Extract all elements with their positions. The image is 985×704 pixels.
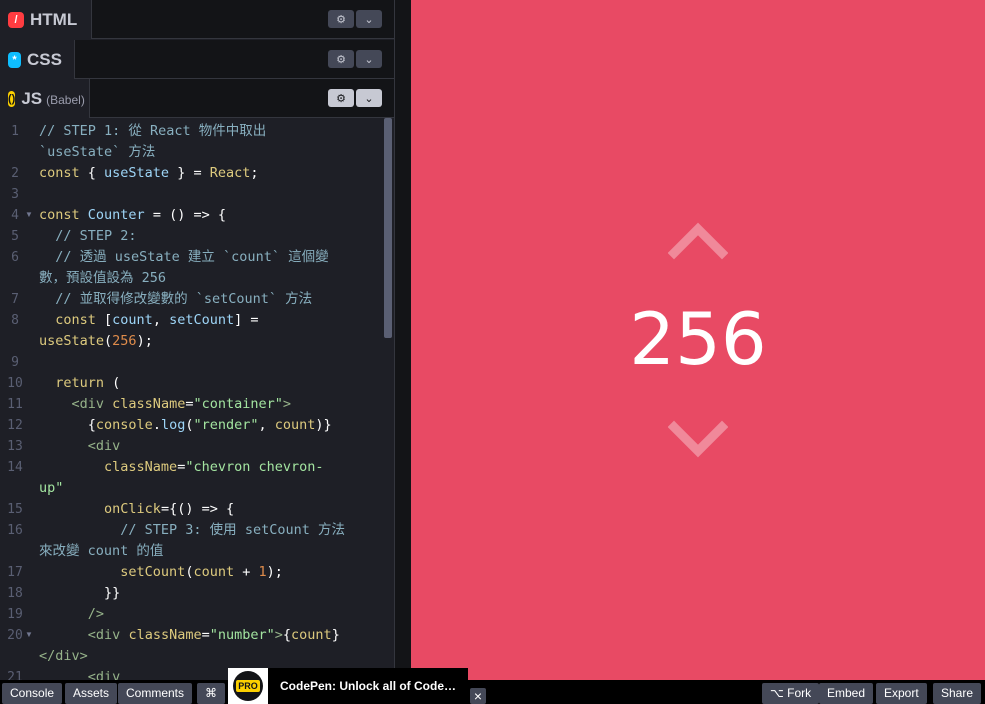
code-line: <div [87, 669, 121, 680]
chevron-down-icon: ⌄ [364, 13, 374, 26]
line-number: 1 [11, 124, 19, 139]
code-line: 數，預設值設為 256 [39, 270, 167, 286]
line-number: 16 [7, 523, 23, 538]
gear-icon: ⚙ [336, 53, 346, 66]
html-logo-icon: / [8, 11, 24, 28]
code-line: // STEP 1: 從 React 物件中取出 [39, 123, 267, 139]
close-promo-icon[interactable]: × [470, 688, 486, 704]
code-line: useState(256); [39, 333, 153, 349]
pro-badge: PRO [236, 680, 260, 692]
chevron-down-icon: ⌄ [364, 53, 374, 66]
fold-arrow-icon[interactable]: ▼ [25, 630, 33, 639]
chevron-up-icon [668, 222, 728, 260]
fork-icon: ⌥ [770, 686, 788, 700]
line-number: 14 [7, 460, 23, 475]
fold-arrow-icon[interactable]: ▼ [25, 210, 33, 219]
assets-button[interactable]: Assets [65, 683, 118, 704]
line-number: 7 [11, 292, 19, 307]
line-number: 8 [11, 313, 19, 328]
chevron-down-button[interactable] [668, 419, 728, 459]
line-number: 3 [11, 187, 19, 202]
pro-promo-banner[interactable]: PRO CodePen: Unlock all of Code… [228, 668, 468, 704]
js-settings-button[interactable]: ⚙ [328, 89, 354, 107]
line-number: 11 [7, 397, 23, 412]
line-number: 17 [7, 565, 23, 580]
html-settings-button[interactable]: ⚙ [328, 10, 354, 28]
line-number: 5 [11, 229, 19, 244]
console-button[interactable]: Console [2, 683, 63, 704]
html-panel-header: / HTML ⚙ ⌄ [0, 0, 394, 39]
js-logo-icon: () [8, 90, 16, 107]
chevron-up-button[interactable] [668, 221, 728, 261]
chevron-down-icon: ⌄ [364, 92, 374, 105]
code-line: 來改變 count 的值 [39, 543, 164, 559]
css-settings-button[interactable]: ⚙ [328, 50, 354, 68]
embed-button[interactable]: Embed [819, 683, 874, 704]
preview-pane: 256 [411, 0, 985, 680]
js-tab[interactable]: () JS (Babel) [0, 79, 90, 118]
css-tab-title: CSS [27, 49, 62, 69]
code-line: return ( [55, 375, 121, 391]
code-line: </div> [39, 648, 88, 664]
export-button[interactable]: Export [876, 683, 927, 704]
js-tab-title: JS [21, 88, 43, 108]
code-line: // 並取得修改變數的 `setCount` 方法 [55, 291, 313, 307]
code-line: className="chevron chevron- [104, 459, 324, 475]
js-code-editor[interactable]: 1 2 3 4 5 6 7 8 9 10 11 12 13 14 15 16 17 18 19 20 21 ▼ ▼ //… [0, 118, 394, 680]
code-line: const Counter = () => { [39, 207, 226, 223]
editor-scrollbar-thumb[interactable] [384, 118, 392, 338]
code-line: `useState` 方法 [39, 144, 156, 160]
code-line: <div [87, 438, 121, 454]
counter-number: 256 [629, 297, 767, 381]
code-line: {console.log("render", count)} [39, 417, 332, 433]
line-number: 12 [7, 418, 23, 433]
js-preprocessor-label: (Babel) [46, 92, 85, 107]
line-number: 15 [7, 502, 23, 517]
line-number: 9 [11, 355, 19, 370]
line-number: 19 [7, 607, 23, 622]
code-line: /> [87, 606, 105, 622]
js-collapse-button[interactable]: ⌄ [356, 89, 382, 107]
code-line: onClick={() => { [104, 501, 235, 517]
fork-label: Fork [787, 686, 812, 700]
line-number: 10 [7, 376, 23, 391]
code-line: up" [39, 480, 64, 496]
code-line: }} [39, 585, 121, 601]
css-tab[interactable]: * CSS [0, 40, 75, 79]
code-line: setCount(count + 1); [120, 564, 283, 580]
css-panel-header: * CSS ⚙ ⌄ [0, 40, 394, 79]
css-logo-icon: * [8, 51, 22, 68]
editor-column: / HTML ⚙ ⌄ * CSS ⚙ ⌄ () JS (Babel) ⚙ ⌄ 1… [0, 0, 394, 680]
line-number: 2 [11, 166, 19, 181]
html-collapse-button[interactable]: ⌄ [356, 10, 382, 28]
code-line: <div className="container"> [71, 396, 292, 412]
line-number: 21 [7, 670, 23, 680]
gear-icon: ⚙ [336, 92, 346, 105]
promo-text: CodePen: Unlock all of Code… [280, 679, 457, 693]
comments-button[interactable]: Comments [118, 683, 193, 704]
fork-button[interactable]: ⌥ Fork [762, 683, 820, 704]
line-number: 13 [7, 439, 23, 454]
code-line: // STEP 2: [55, 228, 137, 244]
code-line: const { useState } = React; [39, 165, 259, 181]
gear-icon: ⚙ [336, 13, 346, 26]
pro-logo: PRO [228, 668, 268, 704]
code-line: const [count, setCount] = [55, 312, 259, 328]
code-line: // STEP 3: 使用 setCount 方法 [120, 522, 345, 538]
share-button[interactable]: Share [933, 683, 982, 704]
line-number: 18 [7, 586, 23, 601]
line-number: 6 [11, 250, 19, 265]
keyboard-shortcuts-button[interactable]: ⌘ [197, 683, 225, 704]
js-panel-header: () JS (Babel) ⚙ ⌄ [0, 79, 394, 118]
html-tab[interactable]: / HTML [0, 0, 92, 39]
css-collapse-button[interactable]: ⌄ [356, 50, 382, 68]
code-line: // 透過 useState 建立 `count` 這個變 [55, 249, 329, 265]
chevron-down-icon [668, 420, 728, 458]
code-line: <div className="number">{count} [87, 627, 340, 643]
pane-resizer[interactable] [394, 0, 411, 680]
html-tab-title: HTML [30, 9, 78, 29]
